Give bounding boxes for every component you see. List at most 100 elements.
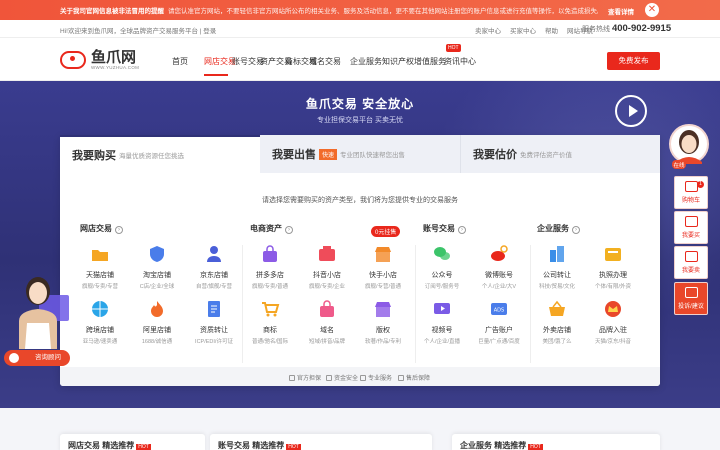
asset-item-sub: 科技/贸易/文化 [538,284,576,290]
asset-item[interactable]: 快手小店 旗舰/专营/普通 [358,244,408,290]
utility-link-help[interactable]: 帮助 [545,25,558,35]
asset-item-name: 广告账户 [485,327,513,334]
tab-buy[interactable]: 我要购买 海量优质资源任您挑选 [60,135,260,173]
tab-sell[interactable]: 我要出售 快速 专业团队快速帮您出售 [260,135,460,173]
online-tag: 在线 [673,161,685,169]
asset-item[interactable]: 公司转让 科技/贸易/文化 [532,244,582,290]
ads-icon: ADS [491,303,507,315]
buy-button[interactable]: 我要买 [674,211,708,244]
play-video-icon[interactable] [615,95,647,127]
asset-item[interactable]: 域名 短域/拼音/品牌 [302,299,352,345]
consultant-avatar[interactable] [5,265,71,349]
asset-item-sub: 美团/饿了么 [542,339,572,345]
close-icon[interactable]: ✕ [645,3,659,17]
asset-item-sub: 普通/驰名/国际 [251,339,289,345]
asset-item[interactable]: 资质转让 ICP/EDI/许可证 [189,299,239,345]
nav-item-5[interactable]: 域名交易 [309,56,341,67]
publish-button[interactable]: 免费发布 [607,52,660,70]
column-enterprise[interactable]: 企业服务 › [537,223,580,234]
bottom-card[interactable]: 网店交易 精选推荐 HOT [60,434,205,450]
asset-item[interactable]: 淘宝店铺 C店/企业/全球 [132,244,182,290]
guarantee-bar: 官方担保 资金安全 专业服务 售后保障 [60,367,660,386]
asset-item-name: 拼多多店 [256,272,284,279]
trade-tabs: 我要购买 海量优质资源任您挑选 我要出售 快速 专业团队快速帮您出售 我要估价 … [60,135,660,173]
asset-item[interactable]: 品牌入驻天猫/京东/抖音 [588,299,638,345]
tab-sell-badge: 快速 [319,148,338,160]
asset-item-sub: 个体/有限/外资 [594,284,632,290]
asset-item[interactable]: 抖音小店 旗舰/专卖/企业 [302,244,352,290]
basket-icon [549,300,565,316]
warning-detail-link[interactable]: 查看详情 [608,6,634,16]
asset-item-name: 版权 [376,327,390,334]
asset-item[interactable]: 执照办理个体/有限/外资 [588,244,638,290]
asset-item-sub: ICP/EDI/许可证 [195,339,233,345]
bottom-card[interactable]: 账号交易 精选推荐 HOT [210,434,432,450]
asset-item[interactable]: 拼多多店旗舰/专卖/普通 [245,244,295,290]
service-avatar[interactable]: 在线 [668,122,710,172]
bag-icon [320,300,334,317]
warning-title: 关于我司官网信息被非法冒用的提醒 [60,8,164,15]
nav-item-0[interactable]: 首页 [172,56,188,67]
feedback-button[interactable]: 投诉/建议 [674,282,708,315]
asset-item-name: 执照办理 [599,272,627,279]
asset-item[interactable]: 公众号 订阅号/服务号 [417,244,467,290]
asset-item-name: 商标 [263,327,277,334]
asset-item-sub: 自营/旗舰/专营 [195,284,233,290]
asset-item[interactable]: 阿里店铺 1688/诚信通 [132,299,182,345]
asset-item-name: 品牌入驻 [599,327,627,334]
asset-item[interactable]: 天猫店铺 旗舰/专卖/专营 [75,244,125,290]
service-phone: 服务热线 400-902-9915 [582,23,671,34]
tab-buy-title: 我要购买 [72,150,116,162]
asset-item-sub: C店/企业/全球 [139,284,175,290]
asset-item-name: 域名 [320,327,334,334]
trade-panel: 我要购买 海量优质资源任您挑选 我要出售 快速 专业团队快速帮您出售 我要估价 … [60,135,660,386]
asset-item-sub: 个人/企业/大V [481,284,517,290]
nav-item-9[interactable]: 资讯中心 [444,56,476,67]
asset-item[interactable]: 京东店铺 自营/旗舰/专营 [189,244,239,290]
sell-button[interactable]: 我要卖 [674,246,708,279]
nav-item-7[interactable]: 知识产权 [382,56,414,67]
asset-item-sub: 天猫/京东/抖音 [594,339,632,345]
bag-icon [263,245,277,262]
hero-subtitle: 专业担保交易平台 买卖无忧 [317,117,403,124]
utility-link-buyer[interactable]: 买家中心 [510,25,536,35]
cart-button[interactable]: 购物车 [674,176,708,209]
feedback-icon [684,287,698,298]
column-shop[interactable]: 网店交易 › [80,223,123,234]
warning-bar: 关于我司官网信息被非法冒用的提醒 请您认准官方网站，不要轻信非官方网站所公布的相… [0,0,720,20]
column-account[interactable]: 账号交易 › [423,223,466,234]
hero-title: 鱼爪交易 安全放心 [305,97,415,111]
tab-sell-desc: 专业团队快速帮您出售 [340,152,406,159]
asset-item-sub: 订阅号/服务号 [424,284,460,290]
asset-item[interactable]: 外卖店铺 美团/饿了么 [532,299,582,345]
asset-item-name: 快手小店 [369,272,397,279]
asset-item[interactable]: 跨境店铺 亚马逊/速卖通 [75,299,125,345]
asset-item[interactable]: 商标普通/驰名/国际 [245,299,295,345]
asset-item[interactable]: 视频号 个人/企业/直播 [417,299,467,345]
welcome-text[interactable]: Hi!欢迎来到鱼爪网，全球品牌资产交易服务平台 | 登录 [60,25,216,35]
tab-appraise[interactable]: 我要估价 免费评估资产价值 [460,135,660,173]
utility-link-seller[interactable]: 卖家中心 [475,25,501,35]
asset-item-name: 抖音小店 [313,272,341,279]
utility-bar: Hi!欢迎来到鱼爪网，全球品牌资产交易服务平台 | 登录 卖家中心 买家中心 帮… [0,20,720,38]
utility-links: 卖家中心 买家中心 帮助 网站导航 [475,25,593,35]
panel-description: 请选择您需要购买的资产类型，我们将为您提供专业的交易服务 [262,197,458,204]
asset-item-sub: 旗舰/专卖/普通 [251,284,289,290]
bottom-card[interactable]: 企业服务 精选推荐 HOT [452,434,660,450]
tab-sell-title: 我要出售 [272,149,316,161]
asset-item-name: 资质转让 [200,327,228,334]
logo[interactable]: 鱼爪网 WWW.YUZHUA.COM [60,50,139,70]
buy-icon [684,216,698,227]
nav-item-6[interactable]: 企业服务 [350,56,382,67]
column-ecommerce[interactable]: 电商资产 › [250,223,293,234]
asset-item-sub: 旗舰/专卖/专营 [81,284,119,290]
asset-item[interactable]: 微博账号 个人/企业/大V [474,244,524,290]
logo-name: 鱼爪网 [91,49,137,66]
consult-button[interactable]: 咨询顾问 [4,350,70,366]
guarantee-item: 售后保障 [398,373,430,382]
asset-item[interactable]: 版权 软著/作品/专利 [358,299,408,345]
store-icon [375,247,391,262]
cart-count: 1 [697,181,704,188]
nav-item-8[interactable]: 增值服务 [414,56,446,67]
asset-item[interactable]: ADS 广告账户 巨量/广点通/百度 [474,299,524,345]
